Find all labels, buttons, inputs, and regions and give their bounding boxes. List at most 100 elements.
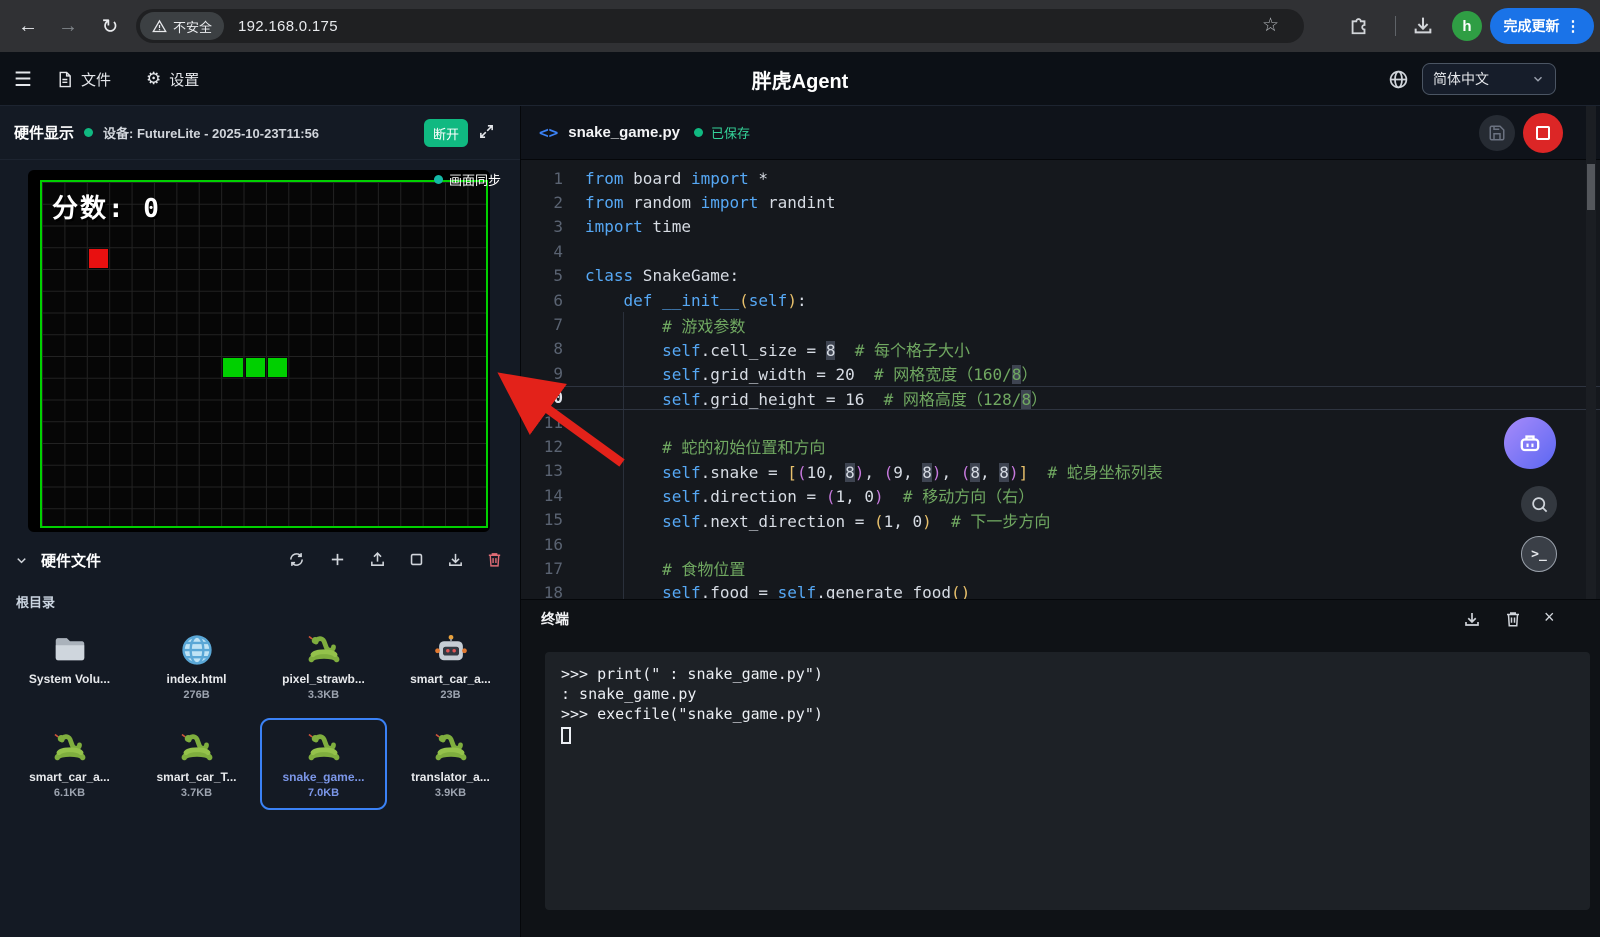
code-line[interactable]: 6 def __init__(self): xyxy=(521,288,1600,312)
code-text: self.snake = [(10, 8), (9, 8), (8, 8)] #… xyxy=(585,459,1163,483)
line-number: 3 xyxy=(521,217,585,236)
collapse-chevron-icon[interactable] xyxy=(14,553,29,568)
root-directory-label: 根目录 xyxy=(16,592,55,611)
saved-dot-icon xyxy=(694,128,703,137)
code-line[interactable]: 15 self.next_direction = (1, 0) # 下一步方向 xyxy=(521,507,1600,531)
file-size: 276B xyxy=(183,689,209,702)
file-name: translator_a... xyxy=(411,770,490,784)
trash-icon[interactable] xyxy=(486,551,503,568)
refresh-icon[interactable] xyxy=(288,551,305,568)
robot-icon xyxy=(1516,429,1544,457)
folder-icon xyxy=(51,631,89,669)
file-item[interactable]: smart_car_a...6.1KB xyxy=(6,718,133,810)
line-number: 11 xyxy=(521,413,585,432)
code-line[interactable]: 13 self.snake = [(10, 8), (9, 8), (8, 8)… xyxy=(521,459,1600,483)
file-item[interactable]: index.html276B xyxy=(133,620,260,712)
download-log-icon[interactable] xyxy=(1463,610,1481,628)
file-name: smart_car_a... xyxy=(29,770,110,784)
file-item[interactable]: snake_game...7.0KB xyxy=(260,718,387,810)
download-icon[interactable] xyxy=(447,551,464,568)
snake-cell xyxy=(268,358,287,377)
browser-toolbar: ← → ↻ 不安全 192.168.0.175 ☆ h 完成更新 ⋮ xyxy=(0,0,1600,52)
file-item[interactable]: smart_car_T...3.7KB xyxy=(133,718,260,810)
code-line[interactable]: 4 xyxy=(521,239,1600,263)
close-icon[interactable]: × xyxy=(1544,607,1555,628)
saved-status-label: 已保存 xyxy=(711,123,750,142)
code-line[interactable]: 16 xyxy=(521,532,1600,556)
save-button[interactable] xyxy=(1479,115,1515,151)
select-icon[interactable] xyxy=(408,551,425,568)
search-icon xyxy=(1530,495,1549,514)
code-text: self.grid_height = 16 # 网格高度（128/8） xyxy=(585,386,1047,410)
file-item[interactable]: smart_car_a... 23B xyxy=(387,620,514,712)
code-text: self.cell_size = 8 # 每个格子大小 xyxy=(585,337,970,361)
stop-button[interactable] xyxy=(1523,113,1563,153)
terminal-toggle-button[interactable]: >_ xyxy=(1521,536,1557,572)
app-header: ☰ 文件 ⚙ 设置 胖虎Agent 简体中文 xyxy=(0,52,1600,106)
browser-forward-button[interactable]: → xyxy=(52,10,84,42)
line-number: 14 xyxy=(521,486,585,505)
file-item[interactable]: System Volu... xyxy=(6,620,133,712)
file-name: smart_car_a... xyxy=(410,672,491,686)
downloads-icon[interactable] xyxy=(1412,14,1434,36)
file-size: 3.9KB xyxy=(435,787,466,800)
disconnect-button[interactable]: 断开 xyxy=(424,119,468,147)
file-size: 3.3KB xyxy=(308,689,339,702)
language-select[interactable]: 简体中文 xyxy=(1422,63,1556,95)
code-text: from board import * xyxy=(585,169,768,188)
browser-reload-button[interactable]: ↻ xyxy=(94,10,126,42)
bookmark-star-icon[interactable]: ☆ xyxy=(1262,14,1279,37)
file-item[interactable]: translator_a... 3.9KB xyxy=(387,718,514,810)
line-number: 13 xyxy=(521,461,585,480)
browser-menu-icon[interactable]: ⋮ xyxy=(1566,17,1581,35)
browser-back-button[interactable]: ← xyxy=(12,10,44,42)
line-number: 8 xyxy=(521,339,585,358)
file-item[interactable]: pixel_strawb...3.3KB xyxy=(260,620,387,712)
extensions-icon[interactable] xyxy=(1348,14,1370,36)
code-text: def __init__(self): xyxy=(585,291,807,310)
code-line[interactable]: 12 # 蛇的初始位置和方向 xyxy=(521,434,1600,458)
line-number: 5 xyxy=(521,266,585,285)
code-line[interactable]: 9 self.grid_width = 20 # 网格宽度（160/8） xyxy=(521,361,1600,385)
address-bar[interactable]: 不安全 192.168.0.175 xyxy=(136,9,1304,43)
clear-terminal-icon[interactable] xyxy=(1504,610,1522,628)
site-security-chip[interactable]: 不安全 xyxy=(140,12,224,40)
code-line[interactable]: 3import time xyxy=(521,215,1600,239)
line-number: 1 xyxy=(521,169,585,188)
code-line[interactable]: 5class SnakeGame: xyxy=(521,264,1600,288)
code-line[interactable]: 17 # 食物位置 xyxy=(521,556,1600,580)
line-number: 6 xyxy=(521,291,585,310)
food-cell xyxy=(89,249,108,268)
expand-icon[interactable] xyxy=(478,123,495,140)
editor-scrollbar-thumb[interactable] xyxy=(1587,164,1595,210)
terminal-output[interactable]: >>> print(" : snake_game.py") : snake_ga… xyxy=(545,652,1590,910)
update-button[interactable]: 完成更新 ⋮ xyxy=(1490,8,1594,44)
add-icon[interactable] xyxy=(329,551,346,568)
code-line[interactable]: 11 xyxy=(521,410,1600,434)
ai-assistant-button[interactable] xyxy=(1504,417,1556,469)
code-line[interactable]: 8 self.cell_size = 8 # 每个格子大小 xyxy=(521,337,1600,361)
screen-sync-indicator: 画面同步 xyxy=(434,170,501,189)
terminal-prompt-icon: >_ xyxy=(1531,547,1547,562)
file-size: 7.0KB xyxy=(308,787,339,800)
code-line[interactable]: 7 # 游戏参数 xyxy=(521,312,1600,336)
upload-icon[interactable] xyxy=(369,551,386,568)
terminal-line: : snake_game.py xyxy=(561,684,1574,704)
security-label: 不安全 xyxy=(173,17,212,36)
code-line[interactable]: 10 self.grid_height = 16 # 网格高度（128/8） xyxy=(521,386,1600,410)
editor-scrollbar[interactable] xyxy=(1586,106,1596,599)
file-size: 23B xyxy=(440,689,460,702)
file-name: System Volu... xyxy=(29,672,110,686)
code-line[interactable]: 14 self.direction = (1, 0) # 移动方向（右） xyxy=(521,483,1600,507)
snake-icon xyxy=(305,729,343,767)
code-line[interactable]: 2from random import randint xyxy=(521,190,1600,214)
code-line[interactable]: 1from board import * xyxy=(521,166,1600,190)
code-text: # 游戏参数 xyxy=(585,313,745,337)
warning-icon xyxy=(152,19,167,34)
snake-icon xyxy=(305,631,343,669)
device-online-dot xyxy=(84,128,93,137)
profile-avatar[interactable]: h xyxy=(1452,11,1482,41)
code-text: self.grid_width = 20 # 网格宽度（160/8） xyxy=(585,361,1037,385)
snake-icon xyxy=(432,729,470,767)
search-button[interactable] xyxy=(1521,486,1557,522)
